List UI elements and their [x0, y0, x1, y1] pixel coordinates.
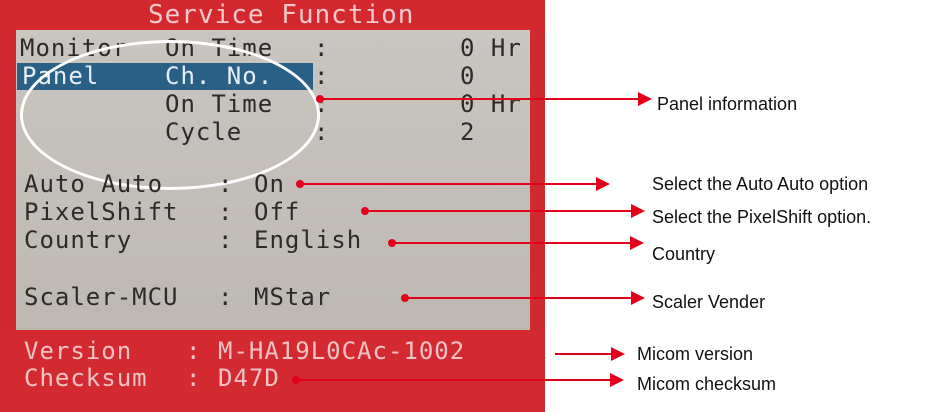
version-value: M-HA19L0CAc-1002: [218, 337, 466, 365]
panel-info-highlight-ellipse: [20, 40, 320, 190]
micom-version-arrow: [555, 347, 625, 361]
auto-auto-arrow-tail: [296, 180, 304, 188]
micom-checksum-arrow: [296, 373, 624, 387]
version-label: Version: [24, 337, 133, 365]
country-arrow: [392, 236, 644, 250]
micom-version-annotation: Micom version: [637, 344, 754, 364]
auto-auto-annotation: Select the Auto Auto option: [652, 174, 869, 194]
panel-info-label: Panel information: [657, 94, 798, 114]
pixelshift-arrow: [365, 204, 645, 218]
monitor-separator: :: [314, 34, 330, 62]
country-annotation: Country: [652, 244, 716, 264]
country-value[interactable]: English: [254, 226, 362, 254]
micom-checksum-annotation: Micom checksum: [637, 374, 777, 394]
scaler-arrow-tail: [401, 294, 409, 302]
osd-frame-left: [0, 30, 16, 330]
scaler-arrow: [405, 291, 645, 305]
pixelshift-label[interactable]: PixelShift: [24, 198, 179, 226]
service-menu-osd: Service Function Monitor On Time : 0 Hr …: [0, 0, 545, 412]
panel-ch-separator: :: [314, 62, 330, 90]
panel-ch-no-value: 0: [460, 62, 476, 90]
checksum-separator: :: [186, 364, 202, 392]
country-label[interactable]: Country: [24, 226, 132, 254]
auto-auto-value[interactable]: On: [254, 170, 285, 198]
micom-checksum-arrow-tail: [292, 376, 300, 384]
scaler-mcu-label: Scaler-MCU: [24, 283, 179, 311]
version-separator: :: [186, 337, 202, 365]
panel-cycle-value: 2: [460, 118, 476, 146]
scaler-mcu-separator: :: [218, 283, 234, 311]
pixelshift-arrow-tail: [361, 207, 369, 215]
panel-on-time-value: 0 Hr: [460, 90, 522, 118]
scaler-annotation: Scaler Vender: [652, 292, 766, 312]
country-arrow-tail: [388, 239, 396, 247]
auto-auto-separator: :: [218, 170, 234, 198]
pixelshift-separator: :: [218, 198, 234, 226]
osd-title: Service Function: [148, 0, 415, 30]
country-separator: :: [218, 226, 234, 254]
panel-info-arrow: [320, 92, 652, 106]
checksum-value: D47D: [218, 364, 280, 392]
auto-auto-arrow: [300, 177, 610, 191]
monitor-on-time-value: 0 Hr: [460, 34, 522, 62]
auto-auto-label[interactable]: Auto Auto: [24, 170, 163, 198]
checksum-label: Checksum: [24, 364, 148, 392]
osd-frame-right: [530, 30, 545, 330]
scaler-mcu-value: MStar: [254, 283, 332, 311]
pixelshift-value[interactable]: Off: [254, 198, 300, 226]
pixelshift-annotation: Select the PixelShift option.: [652, 207, 872, 227]
panel-info-arrow-tail: [316, 95, 324, 103]
